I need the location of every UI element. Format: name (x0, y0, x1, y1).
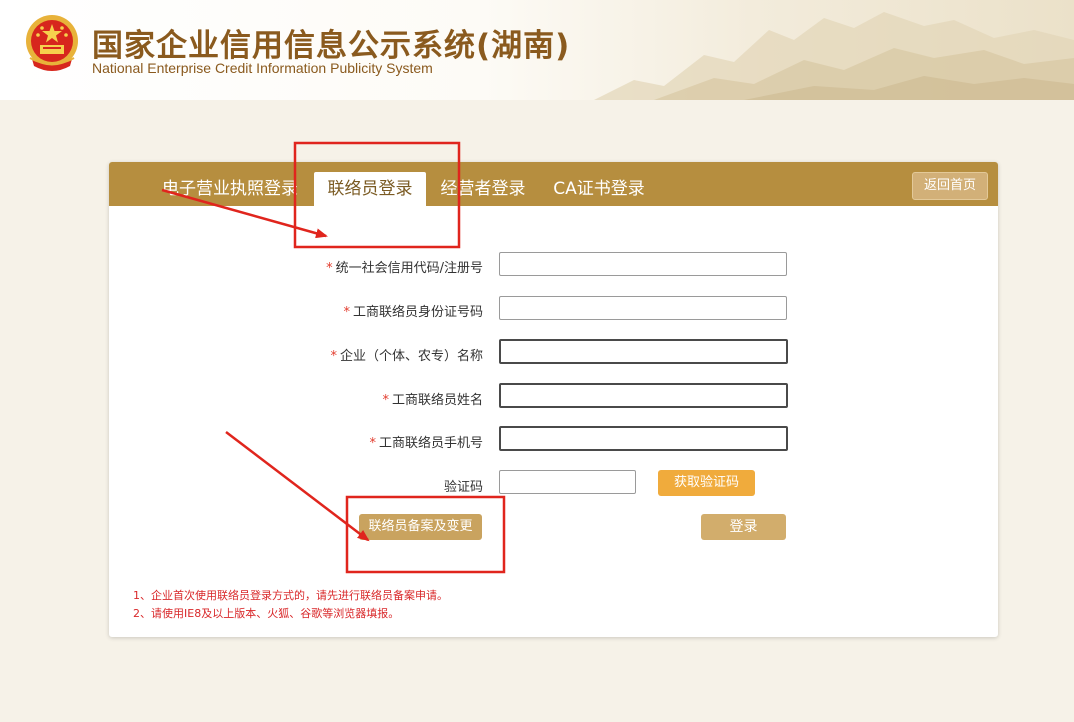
liaison-register-button[interactable]: 联络员备案及变更 (359, 514, 482, 540)
tab-liaison-login[interactable]: 联络员登录 (314, 172, 426, 206)
liaison-name-label: * 工商联络员姓名 (283, 389, 483, 408)
login-button[interactable]: 登录 (701, 514, 786, 540)
company-name-label-text: 企业（个体、农专）名称 (339, 349, 483, 364)
verify-code-input[interactable] (499, 470, 636, 494)
id-number-label-text: 工商联络员身份证号码 (352, 305, 483, 320)
credit-code-input[interactable] (499, 252, 787, 276)
notice-line-1: 1、企业首次使用联络员登录方式的，请先进行联络员备案申请。 (133, 589, 448, 602)
get-verify-code-button[interactable]: 获取验证码 (658, 470, 755, 496)
liaison-phone-input[interactable] (499, 426, 788, 451)
login-panel: 电子营业执照登录 联络员登录 经营者登录 CA证书登录 返回首页 * 统一社会信用… (109, 162, 998, 637)
required-mark: * (330, 349, 337, 364)
required-mark: * (343, 305, 350, 320)
site-header: 国家企业信用信息公示系统(湖南) National Enterprise Cre… (0, 0, 1074, 100)
site-subtitle: National Enterprise Credit Information P… (92, 60, 433, 76)
credit-code-label: * 统一社会信用代码/注册号 (283, 257, 483, 276)
required-mark: * (382, 393, 389, 408)
tab-operator-login[interactable]: 经营者登录 (437, 173, 529, 206)
id-number-label: * 工商联络员身份证号码 (283, 301, 483, 320)
credit-code-label-text: 统一社会信用代码/注册号 (335, 261, 483, 276)
site-title: 国家企业信用信息公示系统(湖南) (92, 28, 571, 64)
login-tab-bar: 电子营业执照登录 联络员登录 经营者登录 CA证书登录 返回首页 (109, 162, 998, 206)
required-mark: * (369, 436, 376, 451)
liaison-name-input[interactable] (499, 383, 788, 408)
mountain-illustration (594, 12, 1074, 100)
liaison-phone-label-text: 工商联络员手机号 (378, 436, 483, 451)
company-name-input[interactable] (499, 339, 788, 364)
notice-line-2: 2、请使用IE8及以上版本、火狐、谷歌等浏览器填报。 (133, 607, 400, 620)
required-mark: * (326, 261, 333, 276)
company-name-label: * 企业（个体、农专）名称 (283, 345, 483, 364)
national-emblem-icon (26, 15, 78, 71)
liaison-name-label-text: 工商联络员姓名 (391, 393, 483, 408)
tab-ca-login[interactable]: CA证书登录 (551, 173, 647, 206)
tab-e-license-login[interactable]: 电子营业执照登录 (159, 173, 301, 206)
id-number-input[interactable] (499, 296, 787, 320)
verify-code-label: 验证码 (443, 480, 483, 495)
liaison-phone-label: * 工商联络员手机号 (283, 432, 483, 451)
return-home-button[interactable]: 返回首页 (912, 172, 988, 200)
